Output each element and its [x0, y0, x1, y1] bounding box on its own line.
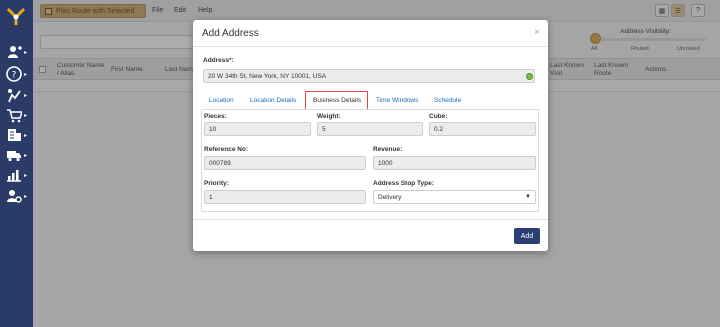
- stop-type-select[interactable]: Delivery ▼: [373, 190, 536, 204]
- app-logo-icon[interactable]: [5, 6, 27, 28]
- tab-location[interactable]: Location: [209, 97, 234, 104]
- cube-label: Cube:: [429, 113, 448, 120]
- sidebar-analytics-icon[interactable]: ▸: [6, 167, 32, 183]
- sidebar-truck-icon[interactable]: ▸: [6, 147, 32, 163]
- tab-schedule[interactable]: Schedule: [434, 97, 461, 104]
- weight-label: Weight:: [317, 113, 341, 120]
- sidebar-help-icon[interactable]: ? ▸: [6, 66, 32, 82]
- sidebar-user-settings-icon[interactable]: ▸: [6, 188, 32, 204]
- tab-business-details-label: Business Details: [313, 97, 362, 104]
- pieces-label: Pieces:: [204, 113, 227, 120]
- weight-input[interactable]: 5: [317, 122, 423, 136]
- pieces-input[interactable]: 10: [204, 122, 311, 136]
- reference-no-label: Reference No:: [204, 146, 249, 153]
- cube-input[interactable]: 0.2: [429, 122, 536, 136]
- priority-label: Priority:: [204, 180, 229, 187]
- modal-title: Add Address: [202, 28, 259, 39]
- stop-type-value: Delivery: [378, 194, 402, 201]
- address-label: Address*:: [203, 57, 234, 64]
- revenue-input[interactable]: 1000: [373, 156, 536, 170]
- sidebar-add-user-icon[interactable]: ▸: [6, 44, 32, 60]
- address-status-icon: [526, 73, 533, 80]
- sidebar-cart-icon[interactable]: ▸: [6, 107, 32, 123]
- modal-footer: [193, 219, 548, 251]
- stop-type-label: Address Stop Type:: [373, 180, 434, 187]
- sidebar-routes-icon[interactable]: ▸: [6, 87, 32, 103]
- address-input[interactable]: 20 W 34th St, New York, NY 10001, USA: [203, 69, 535, 83]
- svg-text:?: ?: [12, 71, 17, 81]
- tab-time-windows[interactable]: Time Windows: [376, 97, 418, 104]
- sidebar-inventory-icon[interactable]: ▸: [6, 127, 32, 143]
- reference-no-input[interactable]: 000789: [204, 156, 366, 170]
- chevron-down-icon: ▼: [525, 194, 531, 200]
- tab-location-details[interactable]: Location Details: [250, 97, 296, 104]
- priority-input[interactable]: 1: [204, 190, 366, 204]
- close-icon[interactable]: ×: [534, 27, 540, 38]
- add-button[interactable]: Add: [514, 228, 540, 244]
- sidebar: ▸ ? ▸ ▸ ▸ ▸ ▸ ▸ ▸: [0, 0, 33, 327]
- revenue-label: Revenue:: [373, 146, 403, 153]
- add-address-modal: Add Address × Address*: 20 W 34th St, Ne…: [193, 20, 548, 251]
- modal-header: Add Address ×: [193, 20, 548, 47]
